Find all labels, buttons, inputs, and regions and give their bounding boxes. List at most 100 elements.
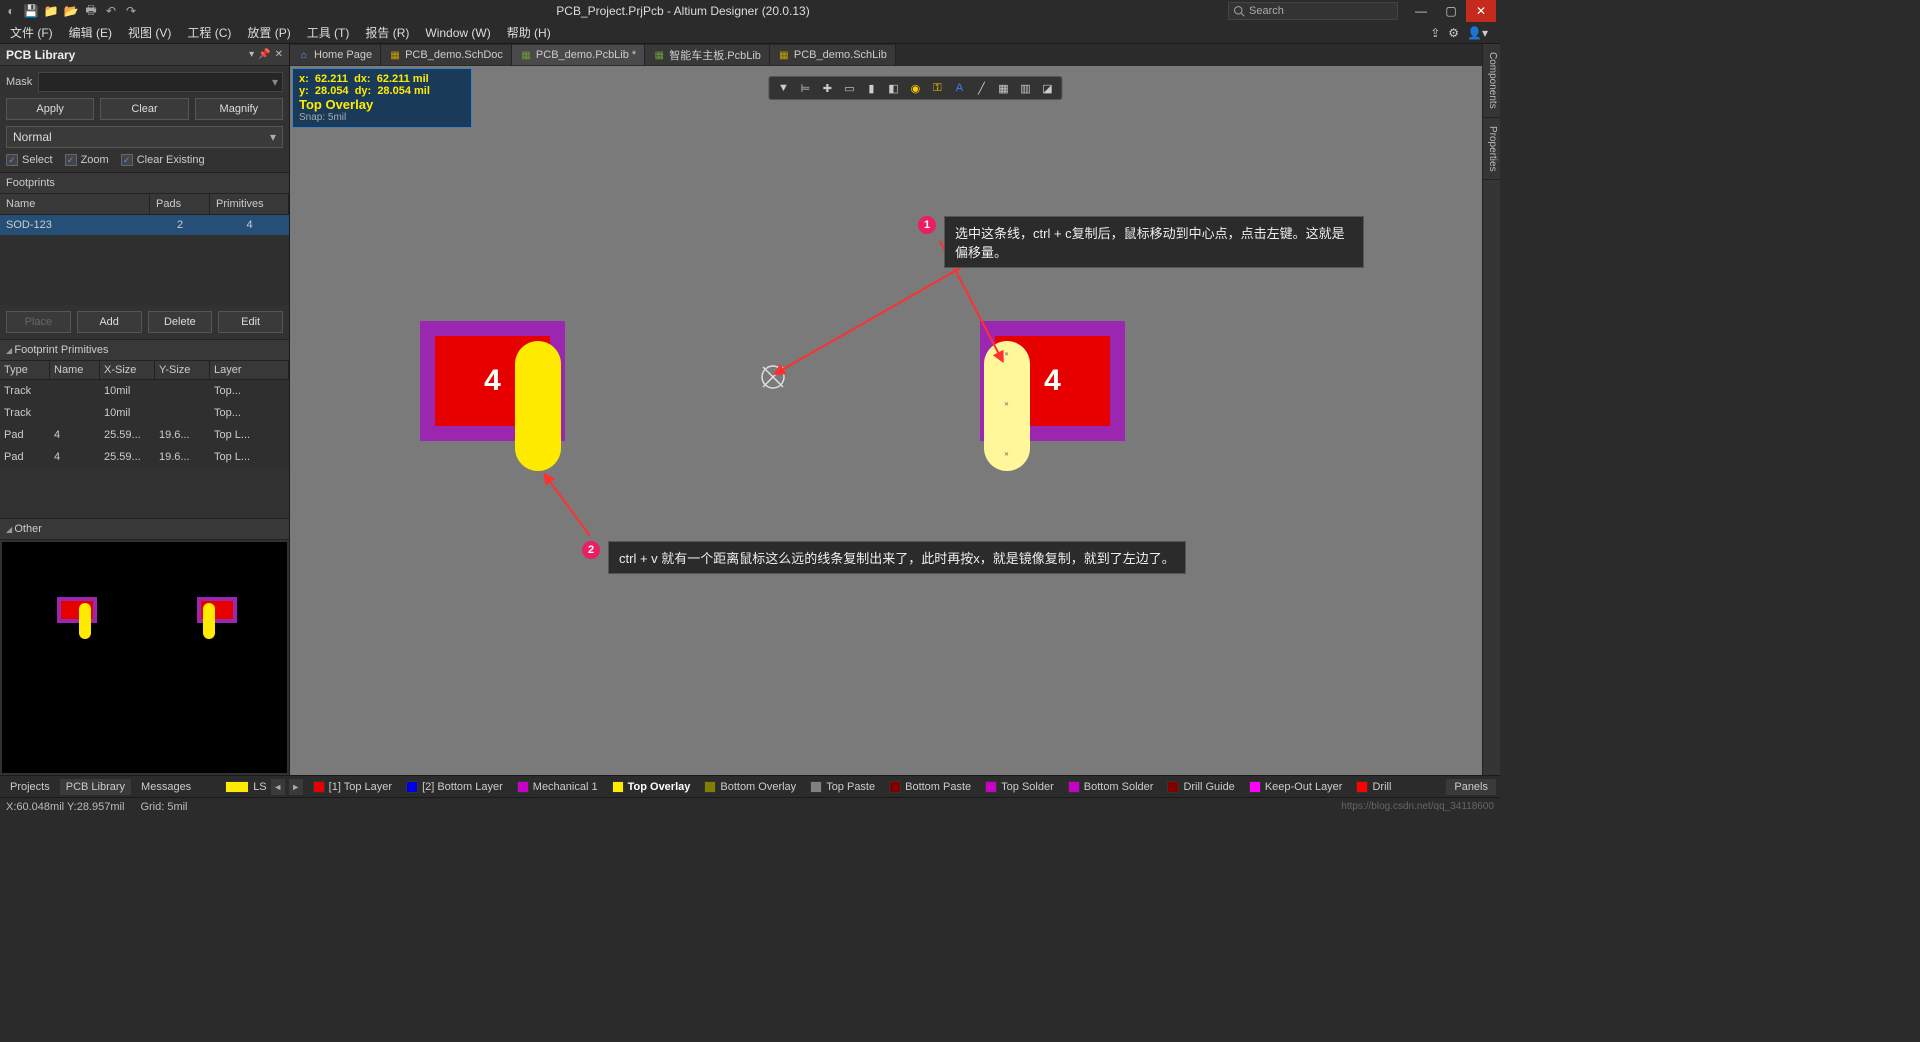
- messages-tab[interactable]: Messages: [135, 779, 197, 795]
- grid1-icon[interactable]: ▦: [993, 78, 1013, 98]
- redo-icon[interactable]: ↷: [124, 4, 138, 18]
- zoom-checkbox[interactable]: ✓Zoom: [65, 154, 109, 166]
- app-icon: ◐: [4, 4, 18, 18]
- folder-icon[interactable]: 📁: [44, 4, 58, 18]
- layer-item[interactable]: [2] Bottom Layer: [400, 781, 509, 793]
- menu-reports[interactable]: 报告 (R): [361, 22, 413, 43]
- layer-item[interactable]: Drill: [1350, 781, 1397, 793]
- menu-file[interactable]: 文件 (F): [6, 22, 57, 43]
- open-icon[interactable]: 📂: [64, 4, 78, 18]
- settings-icon[interactable]: ⚙: [1448, 26, 1459, 40]
- layer-item[interactable]: Top Paste: [804, 781, 881, 793]
- clear-button[interactable]: Clear: [100, 98, 188, 120]
- cross-icon[interactable]: ✚: [817, 78, 837, 98]
- maximize-button[interactable]: ▢: [1436, 0, 1466, 22]
- place-button[interactable]: Place: [6, 311, 71, 333]
- next-layer-button[interactable]: ►: [289, 779, 303, 795]
- filter-icon[interactable]: ▼: [773, 78, 793, 98]
- menu-edit[interactable]: 编辑 (E): [65, 22, 116, 43]
- layer-swatch: [1356, 781, 1368, 793]
- layer-swatch: [406, 781, 418, 793]
- menu-help[interactable]: 帮助 (H): [503, 22, 555, 43]
- chart-icon[interactable]: ▮: [861, 78, 881, 98]
- mask-dropdown[interactable]: ▾: [38, 72, 283, 92]
- menu-window[interactable]: Window (W): [421, 24, 494, 42]
- mode-dropdown[interactable]: Normal: [6, 126, 283, 148]
- user-icon[interactable]: 👤▾: [1467, 26, 1488, 40]
- other-header[interactable]: Other: [0, 518, 289, 540]
- layer-swatch: [517, 781, 529, 793]
- menu-place[interactable]: 放置 (P): [243, 22, 294, 43]
- rect-icon[interactable]: ▭: [839, 78, 859, 98]
- annotation-1: 1 选中这条线，ctrl + c复制后，鼠标移动到中心点，点击左键。这就是偏移量…: [918, 216, 1364, 268]
- clear-existing-checkbox[interactable]: ✓Clear Existing: [121, 154, 205, 166]
- title-bar: ◐ 💾 📁 📂 🖶 ↶ ↷ PCB_Project.PrjPcb - Altiu…: [0, 0, 1500, 22]
- prev-layer-button[interactable]: ◄: [271, 779, 285, 795]
- select-checkbox[interactable]: ✓Select: [6, 154, 53, 166]
- col-primitives[interactable]: Primitives: [210, 194, 289, 214]
- delete-button[interactable]: Delete: [148, 311, 213, 333]
- layer-item[interactable]: Keep-Out Layer: [1243, 781, 1349, 793]
- search-input[interactable]: Search: [1228, 2, 1398, 20]
- home-icon: ⌂: [298, 49, 310, 61]
- close-button[interactable]: ✕: [1466, 0, 1496, 22]
- tab-properties[interactable]: Properties: [1483, 118, 1500, 181]
- eraser-icon[interactable]: ◧: [883, 78, 903, 98]
- tab-schlib[interactable]: ▦PCB_demo.SchLib: [770, 45, 896, 65]
- print-icon[interactable]: 🖶: [84, 4, 98, 18]
- edit-button[interactable]: Edit: [218, 311, 283, 333]
- panel-title: PCB Library: [6, 48, 75, 62]
- layer-item[interactable]: [1] Top Layer: [307, 781, 398, 793]
- layer-item[interactable]: Mechanical 1: [511, 781, 604, 793]
- undo-icon[interactable]: ↶: [104, 4, 118, 18]
- tab-pcblib2[interactable]: ▦智能车主板.PcbLib: [645, 45, 770, 65]
- layer-item[interactable]: Bottom Paste: [883, 781, 977, 793]
- share-icon[interactable]: ⇪: [1430, 26, 1440, 40]
- tab-home[interactable]: ⌂Home Page: [290, 45, 381, 65]
- menu-project[interactable]: 工程 (C): [183, 22, 235, 43]
- table-row[interactable]: Pad425.59...19.6...Top L...: [0, 424, 289, 446]
- bulb-icon[interactable]: ◉: [905, 78, 925, 98]
- tab-pcblib-active[interactable]: ▦PCB_demo.PcbLib *: [512, 45, 645, 65]
- panel-dropdown-icon[interactable]: ▾: [249, 49, 254, 60]
- col-pads[interactable]: Pads: [150, 194, 210, 214]
- add-button[interactable]: Add: [77, 311, 142, 333]
- table-row[interactable]: Pad425.59...19.6...Top L...: [0, 446, 289, 468]
- table-row[interactable]: SOD-123 2 4: [0, 215, 289, 235]
- pcb-canvas[interactable]: x: 62.211 dx: 62.211 mil y: 28.054 dy: 2…: [290, 66, 1482, 775]
- ls-swatch[interactable]: [225, 781, 249, 793]
- editor-area: ⌂Home Page ▦PCB_demo.SchDoc ▦PCB_demo.Pc…: [290, 44, 1482, 775]
- primitives-header[interactable]: Footprint Primitives: [0, 339, 289, 361]
- align-icon[interactable]: ⊨: [795, 78, 815, 98]
- lib-icon: ▦: [778, 49, 790, 61]
- pcblib-tab[interactable]: PCB Library: [60, 779, 131, 795]
- table-row[interactable]: Track10milTop...: [0, 380, 289, 402]
- layer-item[interactable]: Top Solder: [979, 781, 1060, 793]
- key-icon[interactable]: ⚿: [927, 78, 947, 98]
- table-row[interactable]: Track10milTop...: [0, 402, 289, 424]
- minimize-button[interactable]: —: [1406, 0, 1436, 22]
- line-icon[interactable]: ╱: [971, 78, 991, 98]
- menu-view[interactable]: 视图 (V): [124, 22, 175, 43]
- panel-close-icon[interactable]: ✕: [275, 49, 283, 60]
- save-icon[interactable]: 💾: [24, 4, 38, 18]
- layer-item[interactable]: Top Overlay: [606, 781, 697, 793]
- tab-schdoc[interactable]: ▦PCB_demo.SchDoc: [381, 45, 512, 65]
- col-name[interactable]: Name: [0, 194, 150, 214]
- box-icon[interactable]: ◪: [1037, 78, 1057, 98]
- projects-tab[interactable]: Projects: [4, 779, 56, 795]
- menu-tools[interactable]: 工具 (T): [303, 22, 354, 43]
- text-icon[interactable]: A: [949, 78, 969, 98]
- magnify-button[interactable]: Magnify: [195, 98, 283, 120]
- layer-item[interactable]: Bottom Solder: [1062, 781, 1160, 793]
- panel-pin-icon[interactable]: 📌: [258, 49, 270, 60]
- origin-marker: [760, 364, 786, 390]
- layer-item[interactable]: Bottom Overlay: [698, 781, 802, 793]
- coord-info-box: x: 62.211 dx: 62.211 mil y: 28.054 dy: 2…: [292, 68, 472, 128]
- panels-button[interactable]: Panels: [1446, 779, 1496, 795]
- apply-button[interactable]: Apply: [6, 98, 94, 120]
- ls-label: LS: [253, 781, 266, 793]
- grid2-icon[interactable]: ▥: [1015, 78, 1035, 98]
- tab-components[interactable]: Components: [1483, 44, 1500, 118]
- layer-item[interactable]: Drill Guide: [1161, 781, 1240, 793]
